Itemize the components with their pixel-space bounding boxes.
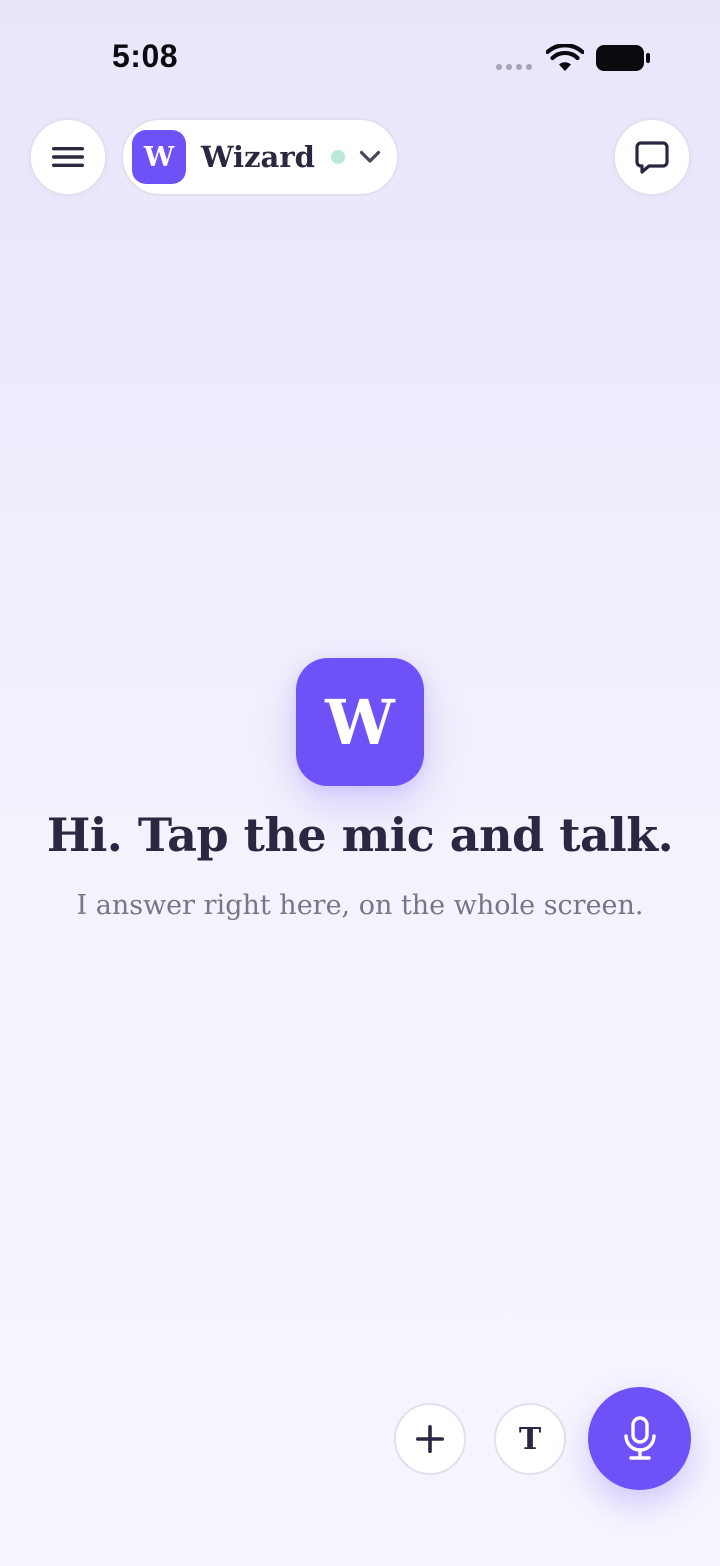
wifi-icon (546, 44, 584, 71)
status-bar: 5:08 (0, 0, 720, 110)
microphone-icon (623, 1415, 656, 1460)
assistant-name: Wizard (201, 140, 315, 174)
add-attachment-button[interactable] (394, 1403, 466, 1475)
page-subtitle: I answer right here, on the whole screen… (76, 890, 644, 921)
chat-bubble-icon (635, 141, 669, 174)
page-title: Hi. Tap the mic and talk. (46, 808, 674, 862)
status-time: 5:08 (112, 38, 179, 74)
online-status-dot (330, 150, 345, 164)
microphone-button[interactable] (588, 1387, 691, 1490)
cellular-signal-icon (496, 64, 532, 70)
text-input-button[interactable]: T (494, 1403, 566, 1475)
chat-history-button[interactable] (613, 118, 691, 196)
chevron-down-icon (359, 150, 380, 163)
hamburger-menu-icon (52, 147, 84, 167)
text-mode-icon: T (518, 1421, 542, 1457)
menu-button[interactable] (29, 118, 107, 196)
hero-assistant-logo: W (296, 658, 424, 786)
assistant-logo: W (132, 130, 186, 184)
plus-icon (416, 1425, 444, 1453)
battery-icon (596, 45, 650, 71)
assistant-selector[interactable]: W Wizard (121, 118, 399, 196)
